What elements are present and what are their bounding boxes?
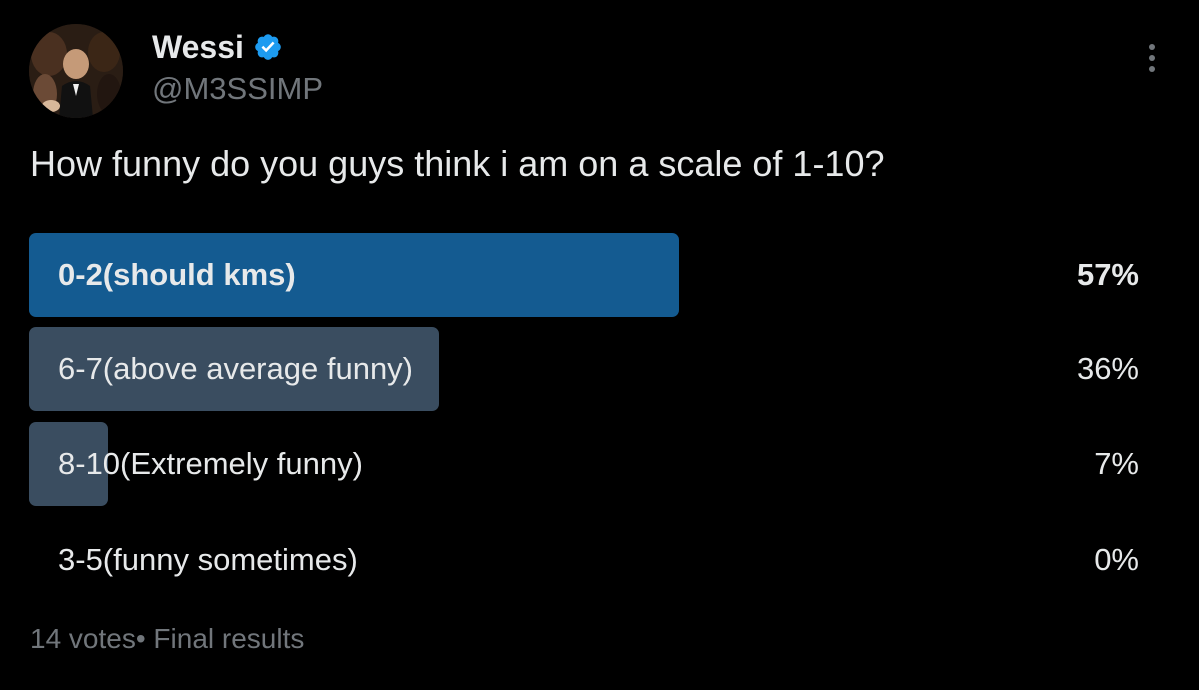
- more-options-icon[interactable]: [1140, 44, 1164, 80]
- tweet-text: How funny do you guys think i am on a sc…: [30, 143, 885, 184]
- poll-option-label: 6-7(above average funny): [58, 351, 414, 386]
- more-dot: [1149, 44, 1155, 50]
- poll-option-label: 8-10(Extremely funny): [58, 446, 363, 481]
- poll-option-percent: 0%: [1094, 542, 1139, 577]
- more-dot: [1149, 66, 1155, 72]
- poll-option: 8-10(Extremely funny) 7%: [29, 422, 1139, 506]
- author-handle[interactable]: @M3SSIMP: [152, 70, 323, 108]
- author-display-name[interactable]: Wessi: [152, 28, 244, 66]
- poll-option-label: 0-2(should kms): [58, 257, 296, 292]
- poll-option-label: 3-5(funny sometimes): [58, 542, 358, 577]
- avatar-image: [29, 24, 123, 118]
- more-dot: [1149, 55, 1155, 61]
- avatar[interactable]: [29, 24, 123, 118]
- poll-option: 0-2(should kms) 57%: [29, 233, 1139, 317]
- poll-option-percent: 57%: [1076, 257, 1139, 292]
- poll-option-percent: 7%: [1094, 446, 1139, 481]
- poll-option: 3-5(funny sometimes) 0%: [29, 518, 1139, 602]
- author-name-row[interactable]: Wessi: [152, 28, 283, 66]
- poll-option-percent: 36%: [1076, 351, 1139, 386]
- poll-option: 6-7(above average funny) 36%: [29, 327, 1139, 411]
- poll-footer: 14 votes• Final results: [30, 623, 305, 654]
- verified-badge-icon: [255, 34, 281, 60]
